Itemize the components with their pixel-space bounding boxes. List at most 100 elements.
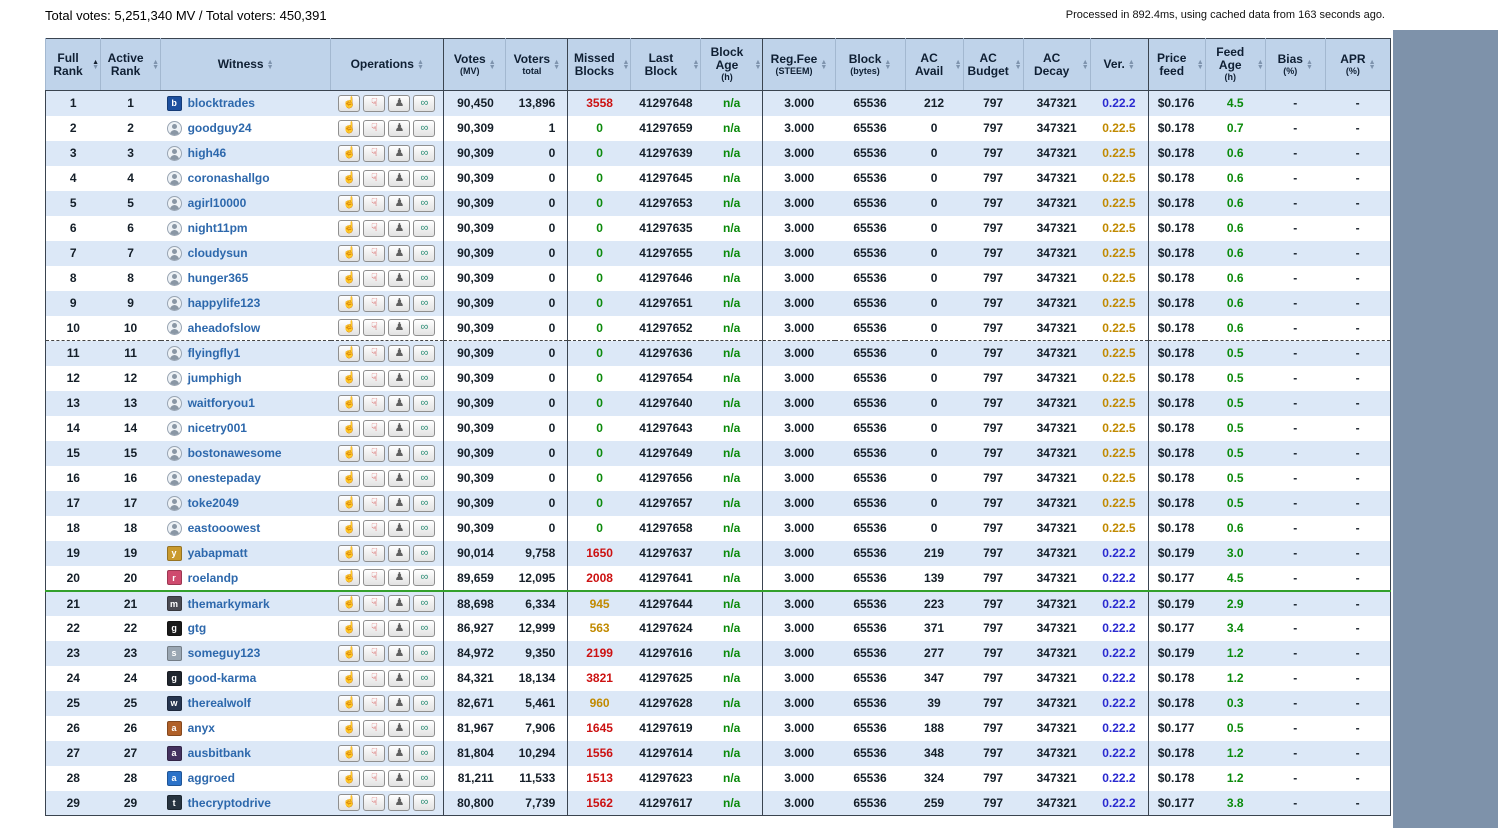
- upvote-witness-button[interactable]: ☝: [338, 119, 361, 137]
- witness-url-button[interactable]: ∞: [413, 369, 436, 387]
- sort-icon[interactable]: [1082, 60, 1089, 70]
- proxy-vote-button[interactable]: ♟: [388, 344, 411, 362]
- witness-link[interactable]: roelandp: [188, 571, 239, 585]
- proxy-vote-button[interactable]: ♟: [388, 269, 411, 287]
- sort-icon[interactable]: [417, 60, 424, 70]
- proxy-vote-button[interactable]: ♟: [388, 394, 411, 412]
- column-header[interactable]: APR (%): [1324, 38, 1391, 91]
- column-header[interactable]: Bias (%): [1264, 38, 1326, 91]
- sort-icon[interactable]: [1197, 60, 1204, 70]
- proxy-vote-button[interactable]: ♟: [388, 769, 411, 787]
- column-header[interactable]: Full Rank: [44, 38, 101, 91]
- upvote-witness-button[interactable]: ☝: [338, 719, 361, 737]
- upvote-witness-button[interactable]: ☝: [338, 194, 361, 212]
- downvote-witness-button[interactable]: ☟: [363, 494, 386, 512]
- sort-icon[interactable]: [152, 60, 159, 70]
- witness-url-button[interactable]: ∞: [413, 644, 436, 662]
- upvote-witness-button[interactable]: ☝: [338, 595, 361, 612]
- witness-url-button[interactable]: ∞: [413, 194, 436, 212]
- downvote-witness-button[interactable]: ☟: [363, 569, 386, 586]
- upvote-witness-button[interactable]: ☝: [338, 244, 361, 262]
- sort-icon[interactable]: [820, 60, 827, 70]
- proxy-vote-button[interactable]: ♟: [388, 244, 411, 262]
- upvote-witness-button[interactable]: ☝: [338, 644, 361, 662]
- upvote-witness-button[interactable]: ☝: [338, 494, 361, 512]
- upvote-witness-button[interactable]: ☝: [338, 94, 361, 112]
- witness-link[interactable]: jumphigh: [188, 371, 242, 385]
- proxy-vote-button[interactable]: ♟: [388, 144, 411, 162]
- upvote-witness-button[interactable]: ☝: [338, 419, 361, 437]
- proxy-vote-button[interactable]: ♟: [388, 419, 411, 437]
- witness-url-button[interactable]: ∞: [413, 519, 436, 537]
- proxy-vote-button[interactable]: ♟: [388, 319, 411, 337]
- witness-url-button[interactable]: ∞: [413, 469, 436, 487]
- proxy-vote-button[interactable]: ♟: [388, 119, 411, 137]
- proxy-vote-button[interactable]: ♟: [388, 544, 411, 562]
- upvote-witness-button[interactable]: ☝: [338, 444, 361, 462]
- upvote-witness-button[interactable]: ☝: [338, 744, 361, 762]
- upvote-witness-button[interactable]: ☝: [338, 319, 361, 337]
- proxy-vote-button[interactable]: ♟: [388, 744, 411, 762]
- upvote-witness-button[interactable]: ☝: [338, 144, 361, 162]
- sort-icon[interactable]: [692, 60, 699, 70]
- downvote-witness-button[interactable]: ☟: [363, 344, 386, 362]
- sort-icon[interactable]: [1257, 60, 1264, 70]
- witness-url-button[interactable]: ∞: [413, 419, 436, 437]
- witness-url-button[interactable]: ∞: [413, 769, 436, 787]
- sort-icon[interactable]: [755, 60, 762, 70]
- witness-link[interactable]: good-karma: [188, 671, 257, 685]
- downvote-witness-button[interactable]: ☟: [363, 595, 386, 612]
- witness-link[interactable]: night11pm: [188, 221, 248, 235]
- upvote-witness-button[interactable]: ☝: [338, 669, 361, 687]
- downvote-witness-button[interactable]: ☟: [363, 719, 386, 737]
- downvote-witness-button[interactable]: ☟: [363, 469, 386, 487]
- witness-link[interactable]: yabapmatt: [188, 546, 248, 560]
- proxy-vote-button[interactable]: ♟: [388, 794, 411, 812]
- witness-link[interactable]: cloudysun: [188, 246, 248, 260]
- proxy-vote-button[interactable]: ♟: [388, 369, 411, 387]
- proxy-vote-button[interactable]: ♟: [388, 294, 411, 312]
- proxy-vote-button[interactable]: ♟: [388, 444, 411, 462]
- witness-url-button[interactable]: ∞: [413, 444, 436, 462]
- witness-link[interactable]: gtg: [188, 621, 207, 635]
- upvote-witness-button[interactable]: ☝: [338, 569, 361, 586]
- witness-link[interactable]: thecryptodrive: [188, 796, 271, 810]
- witness-link[interactable]: aheadofslow: [188, 321, 261, 335]
- witness-url-button[interactable]: ∞: [413, 269, 436, 287]
- witness-link[interactable]: onestepaday: [188, 471, 261, 485]
- witness-url-button[interactable]: ∞: [413, 619, 436, 637]
- sort-icon[interactable]: [489, 60, 496, 70]
- witness-link[interactable]: goodguy24: [188, 121, 252, 135]
- witness-url-button[interactable]: ∞: [413, 144, 436, 162]
- upvote-witness-button[interactable]: ☝: [338, 394, 361, 412]
- column-header[interactable]: Witness: [160, 38, 331, 91]
- proxy-vote-button[interactable]: ♟: [388, 194, 411, 212]
- witness-url-button[interactable]: ∞: [413, 544, 436, 562]
- upvote-witness-button[interactable]: ☝: [338, 169, 361, 187]
- column-header[interactable]: Block (bytes): [834, 38, 906, 91]
- witness-url-button[interactable]: ∞: [413, 244, 436, 262]
- downvote-witness-button[interactable]: ☟: [363, 119, 386, 137]
- witness-link[interactable]: high46: [188, 146, 227, 160]
- witness-url-button[interactable]: ∞: [413, 669, 436, 687]
- witness-link[interactable]: someguy123: [188, 646, 261, 660]
- column-header[interactable]: Last Block: [630, 38, 701, 91]
- proxy-vote-button[interactable]: ♟: [388, 494, 411, 512]
- witness-url-button[interactable]: ∞: [413, 119, 436, 137]
- column-header[interactable]: Voters total: [505, 38, 568, 91]
- proxy-vote-button[interactable]: ♟: [388, 469, 411, 487]
- downvote-witness-button[interactable]: ☟: [363, 744, 386, 762]
- downvote-witness-button[interactable]: ☟: [363, 219, 386, 237]
- proxy-vote-button[interactable]: ♟: [388, 669, 411, 687]
- witness-url-button[interactable]: ∞: [413, 219, 436, 237]
- sort-icon[interactable]: [1015, 60, 1022, 70]
- witness-url-button[interactable]: ∞: [413, 569, 436, 586]
- upvote-witness-button[interactable]: ☝: [338, 619, 361, 637]
- proxy-vote-button[interactable]: ♟: [388, 619, 411, 637]
- upvote-witness-button[interactable]: ☝: [338, 544, 361, 562]
- witness-link[interactable]: themarkymark: [188, 597, 270, 611]
- witness-link[interactable]: toke2049: [188, 496, 239, 510]
- column-header[interactable]: Reg.Fee (STEEM): [762, 38, 835, 91]
- column-header[interactable]: Block Age (h): [700, 38, 763, 91]
- downvote-witness-button[interactable]: ☟: [363, 419, 386, 437]
